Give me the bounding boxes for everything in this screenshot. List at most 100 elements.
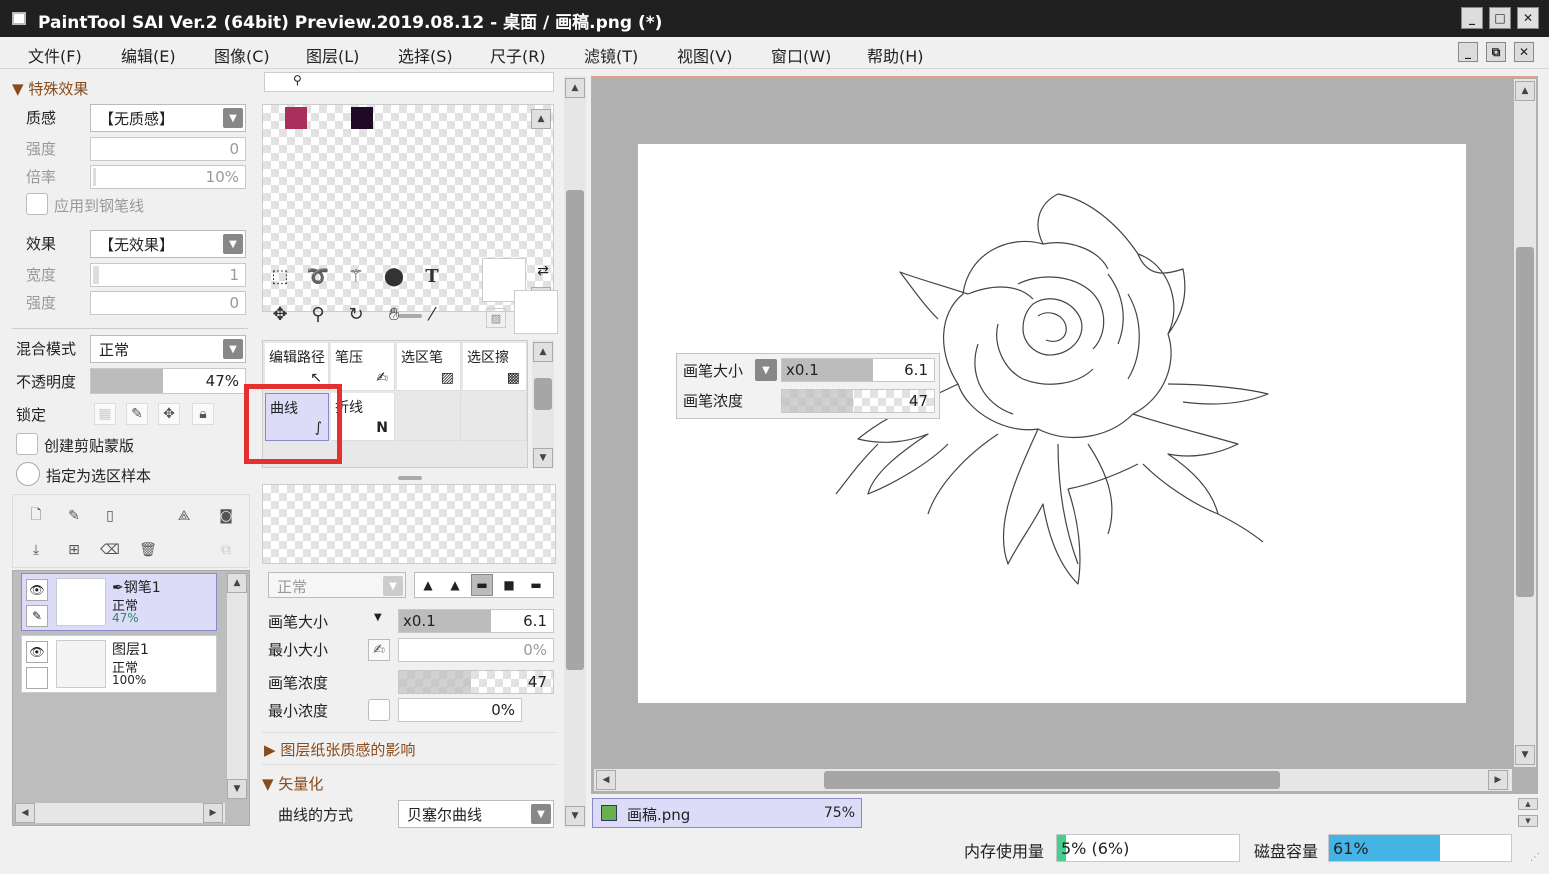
merge-down-icon[interactable]: ⤓ [25,539,47,561]
vectorize-section[interactable]: ▼ 矢量化 [262,773,323,794]
brush-select-eraser[interactable]: 选区擦 ▩ [463,343,527,391]
new-pen-layer-icon[interactable]: ✎ [63,505,85,527]
effect-select[interactable]: 【无效果】 ▼ [90,230,246,258]
swap-colors-icon[interactable]: ⇄ [532,260,554,282]
opacity-slider[interactable]: 47% [90,368,246,394]
shape-medium-icon[interactable]: ▲ [444,574,466,596]
lasso-icon[interactable]: ➰ [302,260,334,292]
popup-density-slider[interactable]: 47 [781,389,935,413]
color-swatch[interactable] [285,107,307,129]
scroll-down-icon[interactable]: ▼ [1515,745,1535,765]
clip-mask-checkbox[interactable] [16,433,38,455]
shape-sharp-icon[interactable]: ▲ [417,574,439,596]
shape-flat-icon[interactable]: ■ [498,574,520,596]
new-layer-icon[interactable]: 🗋︎ [25,505,47,527]
eye-icon[interactable]: 👁︎ [26,641,48,663]
menu-window[interactable]: 窗口(W) [771,43,831,67]
color-slider-strip[interactable]: ⚲ [264,72,554,92]
scroll-thumb[interactable] [1516,247,1534,597]
min-size-field[interactable]: 0% [398,638,554,662]
strength2-field[interactable]: 0 [90,291,246,315]
shapes-icon[interactable]: ⬤ [378,260,410,292]
scroll-up-icon[interactable]: ▲ [565,78,585,98]
scroll-thumb[interactable] [534,378,552,410]
scroll-down-icon[interactable]: ▼ [565,806,585,826]
scroll-down-icon[interactable]: ▼ [533,448,553,468]
doc-close-button[interactable]: ✕ [1514,42,1534,62]
text-tool-icon[interactable]: T [416,260,448,292]
lock-all-icon[interactable]: 🔒︎ [192,403,214,425]
lock-paint-icon[interactable]: ✎ [126,403,148,425]
magic-wand-icon[interactable]: ⚚ [340,260,372,292]
scroll-thumb[interactable] [566,190,584,670]
delete-layer-icon[interactable]: 🗑︎ [137,539,159,561]
close-button[interactable]: ✕ [1517,7,1539,29]
panel-splitter[interactable] [398,476,422,480]
shape-square-icon[interactable]: ▬ [525,574,547,596]
popup-size-slider[interactable]: x0.1 6.1 [781,358,935,382]
layer-hscrollbar[interactable] [15,803,225,823]
color-swatch[interactable] [351,107,373,129]
scroll-right-icon[interactable]: ▶ [1488,770,1508,790]
menu-ruler[interactable]: 尺子(R) [490,43,546,67]
scroll-left-icon[interactable]: ◀ [596,770,616,790]
apply-mask-icon[interactable]: ⧉ [215,539,237,561]
menu-file[interactable]: 文件(F) [28,43,82,67]
move-icon[interactable]: ✥ [264,298,296,330]
scale-field[interactable]: 10% [90,165,246,189]
blend-mode-select[interactable]: 正常 ▼ [90,335,246,363]
rect-select-icon[interactable]: ⬚ [264,260,296,292]
menu-edit[interactable]: 编辑(E) [121,43,176,67]
minimize-button[interactable]: _ [1461,7,1483,29]
eyedropper-icon[interactable]: ⁄ [416,298,448,330]
special-effects-header[interactable]: ▼ 特殊效果 [12,78,88,99]
lock-move-icon[interactable]: ✥ [158,403,180,425]
size-dropdown-icon[interactable]: ▼ [374,612,382,623]
brush-mode-select[interactable]: 正常 ▼ [268,572,406,598]
pressure-size-icon[interactable]: ✍︎ [368,639,390,661]
brush-select-pen[interactable]: 选区笔 ▨ [397,343,461,391]
eye-icon[interactable]: 👁︎ [26,579,48,601]
tab-scroll-up-icon[interactable]: ▲ [1518,798,1538,810]
scroll-right-icon[interactable]: ▶ [203,803,223,823]
apply-pen-checkbox[interactable] [26,193,48,215]
doc-minimize-button[interactable]: _ [1458,42,1478,62]
selection-sample-radio[interactable] [16,462,40,486]
transparent-color-icon[interactable]: ▨ [486,308,506,328]
hand-icon[interactable]: ✋︎ [378,298,410,330]
scroll-left-icon[interactable]: ◀ [15,803,35,823]
strength-field[interactable]: 0 [90,137,246,161]
tab-scroll-down-icon[interactable]: ▼ [1518,815,1538,827]
new-folder-icon[interactable]: ▯ [99,505,121,527]
brush-density-slider[interactable]: 47 [398,670,554,694]
menu-filter[interactable]: 滤镜(T) [584,43,638,67]
menu-help[interactable]: 帮助(H) [867,43,924,67]
rotate-icon[interactable]: ↻ [340,298,372,330]
scroll-down-icon[interactable]: ▼ [227,779,247,799]
clear-layer-icon[interactable]: ⌫ [99,539,121,561]
document-tab[interactable]: 画稿.png 75% [592,798,862,828]
scroll-up-icon[interactable]: ▲ [533,342,553,362]
shape-round-icon[interactable]: ▬ [471,574,493,596]
layer-mask-icon[interactable]: ◙ [215,505,237,527]
menu-layer[interactable]: 图层(L) [306,43,359,67]
menu-select[interactable]: 选择(S) [398,43,453,67]
resize-grip-icon[interactable]: ⋰ [1530,852,1540,863]
new-shape-layer-icon[interactable]: ⟁ [173,505,195,527]
lock-transparency-icon[interactable]: ▦ [94,403,116,425]
menu-image[interactable]: 图像(C) [214,43,270,67]
maximize-button[interactable]: □ [1489,7,1511,29]
add-layer-icon[interactable]: ⊞ [63,539,85,561]
paper-texture-section[interactable]: ▶ 图层纸张质感的影响 [264,739,415,760]
secondary-color[interactable] [514,290,558,334]
layer-row[interactable]: 👁︎ 图层1 正常 100% [21,635,217,693]
scroll-up-icon[interactable]: ▲ [1515,81,1535,101]
zoom-icon[interactable]: ⚲ [302,298,334,330]
doc-restore-button[interactable]: ⧉ [1486,42,1506,62]
layer-scrollbar[interactable] [227,573,247,799]
chevron-down-icon[interactable]: ▼ [755,359,777,381]
canvas-document[interactable] [638,144,1466,703]
scroll-thumb[interactable] [824,771,1280,789]
width-field[interactable]: 1 [90,263,246,287]
scroll-up-icon[interactable]: ▲ [531,109,551,129]
